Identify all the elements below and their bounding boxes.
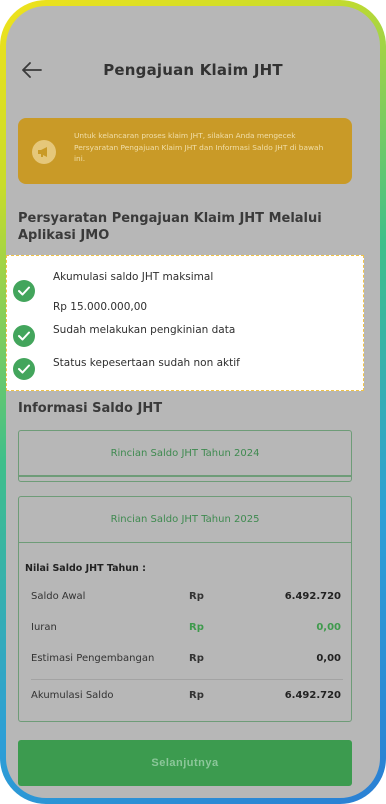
row-divider <box>31 679 343 680</box>
row-value: 0,00 <box>316 653 341 664</box>
row-label: Estimasi Pengembangan <box>31 653 155 664</box>
requirement-sub: Rp 15.000.000,00 <box>53 301 148 313</box>
requirements-title: Persyaratan Pengajuan Klaim JHT Melalui … <box>18 211 322 243</box>
megaphone-icon <box>32 140 56 164</box>
notice-text: Untuk kelancaran proses klaim JHT, silak… <box>74 131 324 163</box>
requirement-item: Sudah melakukan pengkinian data <box>13 324 236 347</box>
app-screen: Pengajuan Klaim JHT Untuk kelancaran pro… <box>6 6 380 798</box>
row-currency: Rp <box>189 591 204 602</box>
row-value: 0,00 <box>316 622 341 633</box>
saldo-row-saldo-awal: Saldo Awal Rp 6.492.720 <box>31 591 343 607</box>
saldo-card-2024[interactable]: Rincian Saldo JHT Tahun 2024 <box>18 430 352 482</box>
saldo-section-title: Informasi Saldo JHT <box>18 401 163 416</box>
saldo-row-akumulasi: Akumulasi Saldo Rp 6.492.720 <box>31 690 343 706</box>
row-value: 6.492.720 <box>284 690 341 701</box>
row-currency: Rp <box>189 690 204 701</box>
row-label: Akumulasi Saldo <box>31 690 114 701</box>
saldo-card-2025[interactable]: Rincian Saldo JHT Tahun 2025 Nilai Saldo… <box>18 496 352 722</box>
row-label: Saldo Awal <box>31 591 86 602</box>
requirement-label: Sudah melakukan pengkinian data <box>53 324 236 336</box>
page-title: Pengajuan Klaim JHT <box>103 61 283 79</box>
saldo-row-iuran: Iuran Rp 0,00 <box>31 622 343 638</box>
device-frame: Pengajuan Klaim JHT Untuk kelancaran pro… <box>0 0 386 804</box>
requirement-label: Status kepesertaan sudah non aktif <box>53 357 240 369</box>
app-header: Pengajuan Klaim JHT <box>6 6 380 116</box>
requirement-item: Status kepesertaan sudah non aktif <box>13 357 240 380</box>
requirement-item: Akumulasi saldo JHT maksimal Rp 15.000.0… <box>13 271 213 314</box>
check-circle-icon <box>13 280 35 302</box>
row-currency: Rp <box>189 653 204 664</box>
row-currency: Rp <box>189 622 204 633</box>
notice-banner: Untuk kelancaran proses klaim JHT, silak… <box>18 118 352 184</box>
card-label: Rincian Saldo JHT Tahun 2025 <box>19 497 351 543</box>
next-button[interactable]: Selanjutnya <box>18 740 352 786</box>
requirement-label: Akumulasi saldo JHT maksimal <box>53 271 214 283</box>
requirements-box: Akumulasi saldo JHT maksimal Rp 15.000.0… <box>6 255 364 391</box>
check-circle-icon <box>13 325 35 347</box>
row-label: Iuran <box>31 622 57 633</box>
card-label: Rincian Saldo JHT Tahun 2024 <box>19 431 351 477</box>
row-value: 6.492.720 <box>284 591 341 602</box>
nilai-saldo-title: Nilai Saldo JHT Tahun : <box>25 563 146 574</box>
check-circle-icon <box>13 358 35 380</box>
saldo-row-estimasi: Estimasi Pengembangan Rp 0,00 <box>31 653 343 669</box>
